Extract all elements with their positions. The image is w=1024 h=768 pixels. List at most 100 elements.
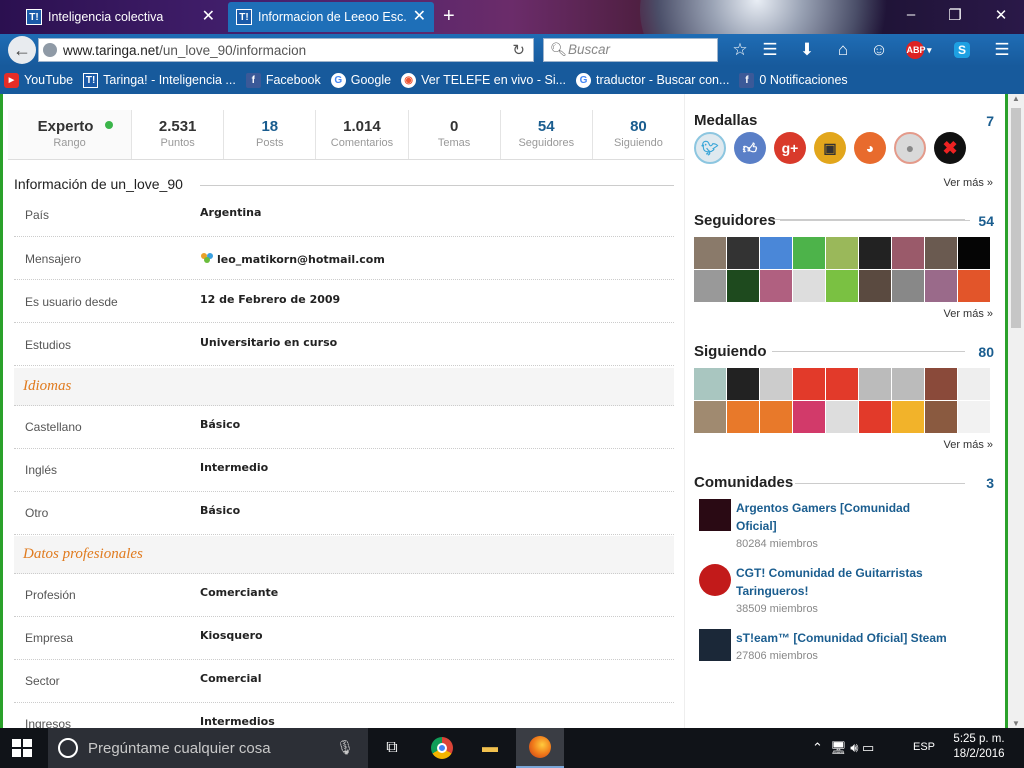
- close-window-icon[interactable]: ✕: [986, 6, 1016, 24]
- clock[interactable]: 5:25 p. m. 18/2/2016: [944, 732, 1014, 762]
- windows-start-icon[interactable]: [12, 739, 32, 757]
- avatar[interactable]: [826, 237, 858, 269]
- avatar[interactable]: [760, 270, 792, 302]
- community-name[interactable]: sT!eam™ [Comunidad Oficial] Steam: [736, 629, 976, 647]
- system-tray[interactable]: ⌃ 🖥︎ 🔊︎ ▭: [812, 740, 874, 756]
- avatar[interactable]: [925, 401, 957, 433]
- stat-posts[interactable]: 18 Posts: [224, 110, 317, 159]
- bookmark-notificaciones[interactable]: f0 Notificaciones: [739, 72, 848, 88]
- stat-siguiendo[interactable]: 80 Siguiendo: [593, 110, 684, 159]
- back-arrow-icon[interactable]: ←: [8, 36, 36, 64]
- download-icon[interactable]: ⬇: [795, 38, 819, 62]
- community-name[interactable]: Argentos Gamers [Comunidad Oficial]: [736, 499, 936, 535]
- like-medal-icon[interactable]: 👍︎: [734, 132, 766, 164]
- url-bar[interactable]: www.taringa.net/un_love_90/informacion ↻: [38, 38, 534, 62]
- medals-count[interactable]: 7: [975, 113, 994, 129]
- avatar[interactable]: [892, 237, 924, 269]
- avatar[interactable]: [826, 368, 858, 400]
- bookmark-star-icon[interactable]: ☆: [728, 38, 752, 62]
- close-icon[interactable]: ✕: [413, 9, 426, 25]
- avatar[interactable]: [958, 270, 990, 302]
- minimize-icon[interactable]: –: [896, 6, 926, 23]
- avatar[interactable]: [859, 401, 891, 433]
- avatar[interactable]: [727, 401, 759, 433]
- following-count[interactable]: 80: [975, 344, 994, 360]
- skype-icon[interactable]: S: [950, 38, 974, 62]
- new-tab-icon[interactable]: +: [443, 6, 455, 26]
- avatar[interactable]: [859, 368, 891, 400]
- cortana-icon: [58, 738, 78, 758]
- avatar[interactable]: [793, 237, 825, 269]
- avatar[interactable]: [892, 270, 924, 302]
- google-plus-medal-icon[interactable]: g+: [774, 132, 806, 164]
- avatar[interactable]: [694, 401, 726, 433]
- bookmark-traductor[interactable]: Gtraductor - Buscar con...: [576, 72, 729, 88]
- close-icon[interactable]: ✕: [202, 9, 215, 25]
- file-explorer-icon[interactable]: ▬: [466, 728, 514, 768]
- cortana-search-input[interactable]: Pregúntame cualquier cosa 🎙︎: [48, 728, 368, 768]
- followers-see-more-link[interactable]: Ver más »: [900, 308, 993, 320]
- avatar[interactable]: [958, 237, 990, 269]
- language-indicator[interactable]: ESP: [913, 741, 935, 753]
- twitter-medal-icon[interactable]: 🐦︎: [694, 132, 726, 164]
- user-medal-icon[interactable]: ●: [894, 132, 926, 164]
- firefox-icon[interactable]: [516, 728, 564, 768]
- menu-icon[interactable]: ☰: [990, 38, 1014, 62]
- avatar[interactable]: [760, 237, 792, 269]
- avatar[interactable]: [694, 237, 726, 269]
- home-icon[interactable]: ⌂: [831, 38, 855, 62]
- stat-seguidores[interactable]: 54 Seguidores: [501, 110, 593, 159]
- avatar[interactable]: [826, 270, 858, 302]
- bookmark-telefe[interactable]: ◉ Ver TELEFE en vivo - Si...: [401, 72, 566, 88]
- communities-count[interactable]: 3: [975, 475, 994, 491]
- bookmark-youtube[interactable]: ▶ YouTube: [4, 72, 73, 88]
- bookmark-taringa[interactable]: T! Taringa! - Inteligencia ...: [83, 72, 236, 88]
- tab-inteligencia[interactable]: T! Inteligencia colectiva ✕: [18, 2, 223, 32]
- info-value: Básico: [200, 418, 241, 431]
- avatar[interactable]: [727, 368, 759, 400]
- medals-see-more-link[interactable]: Ver más »: [900, 177, 993, 189]
- avatar[interactable]: [892, 401, 924, 433]
- avatar[interactable]: [727, 270, 759, 302]
- avatar[interactable]: [958, 368, 990, 400]
- scrollbar-thumb[interactable]: [1011, 108, 1021, 328]
- avatar[interactable]: [793, 270, 825, 302]
- avatar[interactable]: [793, 368, 825, 400]
- avatar[interactable]: [793, 401, 825, 433]
- avatar[interactable]: [727, 237, 759, 269]
- followers-count[interactable]: 54: [975, 213, 994, 229]
- search-input[interactable]: 🔍︎ Buscar: [543, 38, 718, 62]
- reddit-medal-icon[interactable]: ◕: [854, 132, 886, 164]
- vertical-scrollbar[interactable]: ▲ ▼: [1008, 94, 1024, 728]
- community-name[interactable]: CGT! Comunidad de Guitarristas Taringuer…: [736, 564, 936, 600]
- restore-icon[interactable]: ❐: [940, 6, 970, 24]
- scroll-up-icon[interactable]: ▲: [1012, 94, 1020, 103]
- stat-label: Siguiendo: [613, 137, 663, 149]
- avatar[interactable]: [826, 401, 858, 433]
- chat-icon[interactable]: ☺: [867, 38, 891, 62]
- avatar[interactable]: [859, 237, 891, 269]
- task-view-icon[interactable]: ⧉: [368, 728, 416, 768]
- avatar[interactable]: [925, 368, 957, 400]
- adblock-button[interactable]: ABP ▾: [902, 38, 936, 62]
- avatar[interactable]: [694, 368, 726, 400]
- bookmark-google[interactable]: G Google: [330, 72, 391, 88]
- microphone-icon[interactable]: 🎙︎: [336, 739, 354, 756]
- avatar[interactable]: [760, 368, 792, 400]
- scroll-down-icon[interactable]: ▼: [1012, 719, 1020, 728]
- reading-list-icon[interactable]: ☰: [758, 38, 782, 62]
- avatar[interactable]: [925, 270, 957, 302]
- avatar[interactable]: [694, 270, 726, 302]
- tab-informacion[interactable]: T! Informacion de Leeoo Esc... ✕: [228, 2, 434, 32]
- avatar[interactable]: [925, 237, 957, 269]
- bookmark-facebook[interactable]: f Facebook: [245, 72, 321, 88]
- avatar[interactable]: [892, 368, 924, 400]
- avatar[interactable]: [958, 401, 990, 433]
- robot-medal-icon[interactable]: ▣: [814, 132, 846, 164]
- avatar[interactable]: [760, 401, 792, 433]
- cross-medal-icon[interactable]: ✖: [934, 132, 966, 164]
- chrome-icon[interactable]: [418, 728, 466, 768]
- avatar[interactable]: [859, 270, 891, 302]
- reload-icon[interactable]: ↻: [512, 41, 525, 59]
- following-see-more-link[interactable]: Ver más »: [900, 439, 993, 451]
